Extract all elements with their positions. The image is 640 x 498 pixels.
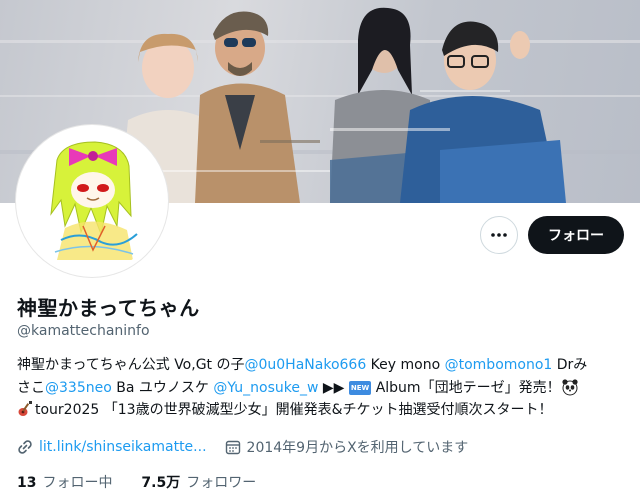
joined-date: 2014年9月からXを利用しています (246, 440, 469, 456)
bio-text: Drみ (552, 357, 588, 373)
following-link[interactable]: 13 フォロー中 (17, 475, 117, 491)
display-name: 神聖かまってちゃん (17, 296, 200, 320)
bio-text: Ba ユウノスケ (111, 379, 214, 396)
mention-link-hanako[interactable]: @0u0HaNako666 (244, 357, 366, 373)
followers-label: フォロワー (186, 475, 257, 491)
user-handle: @kamattechaninfo (17, 323, 150, 339)
profile-bio: 神聖かまってちゃん公式 Vo,Gt の子@0u0HaNako666 Key mo… (17, 354, 627, 422)
followers-link[interactable]: 7.5万 フォロワー (141, 475, 256, 491)
bio-text: Album「団地テーゼ」発売！ (371, 379, 561, 396)
profile-avatar[interactable] (16, 125, 168, 277)
profile-meta-row: lit.link/shinseikamatte... 2014年9月からXを利用… (17, 437, 468, 457)
guitar-emoji-icon (18, 401, 32, 416)
bio-text: Key mono (366, 357, 445, 373)
mention-link-335neo[interactable]: @335neo (45, 380, 112, 396)
bio-line-3: tour2025 「13歳の世界破滅型少女」開催発表&チケット抽選受付順次スター… (17, 399, 627, 422)
profile-website-link[interactable]: lit.link/shinseikamatte... (39, 439, 207, 455)
follow-button[interactable]: フォロー (528, 216, 624, 254)
followers-count: 7.5万 (141, 475, 181, 491)
calendar-icon (225, 440, 240, 455)
follow-stats: 13 フォロー中 7.5万 フォロワー (17, 472, 256, 492)
bio-text: 神聖かまってちゃん公式 Vo,Gt の子 (17, 357, 245, 373)
new-badge-icon: NEW (348, 380, 372, 395)
mention-link-tombomono[interactable]: @tombomono1 (445, 357, 553, 373)
following-count: 13 (17, 475, 37, 491)
arrow-glyphs: ▶︎▶︎ (318, 379, 345, 396)
bio-text: さこ (17, 379, 45, 396)
panda-emoji-icon (561, 378, 578, 395)
bio-line-1: 神聖かまってちゃん公式 Vo,Gt の子@0u0HaNako666 Key mo… (17, 354, 627, 377)
avatar-illustration (21, 130, 163, 272)
more-dots-icon (491, 233, 507, 237)
bio-text: tour2025 「13歳の世界破滅型少女」開催発表&チケット抽選受付順次スター… (35, 402, 553, 418)
link-icon (18, 440, 32, 454)
mention-link-yunosuke[interactable]: @Yu_nosuke_w (213, 380, 318, 396)
following-label: フォロー中 (42, 475, 113, 491)
more-options-button[interactable] (480, 216, 518, 254)
bio-line-2: さこ@335neo Ba ユウノスケ @Yu_nosuke_w ▶︎▶︎ NEW… (17, 377, 627, 400)
